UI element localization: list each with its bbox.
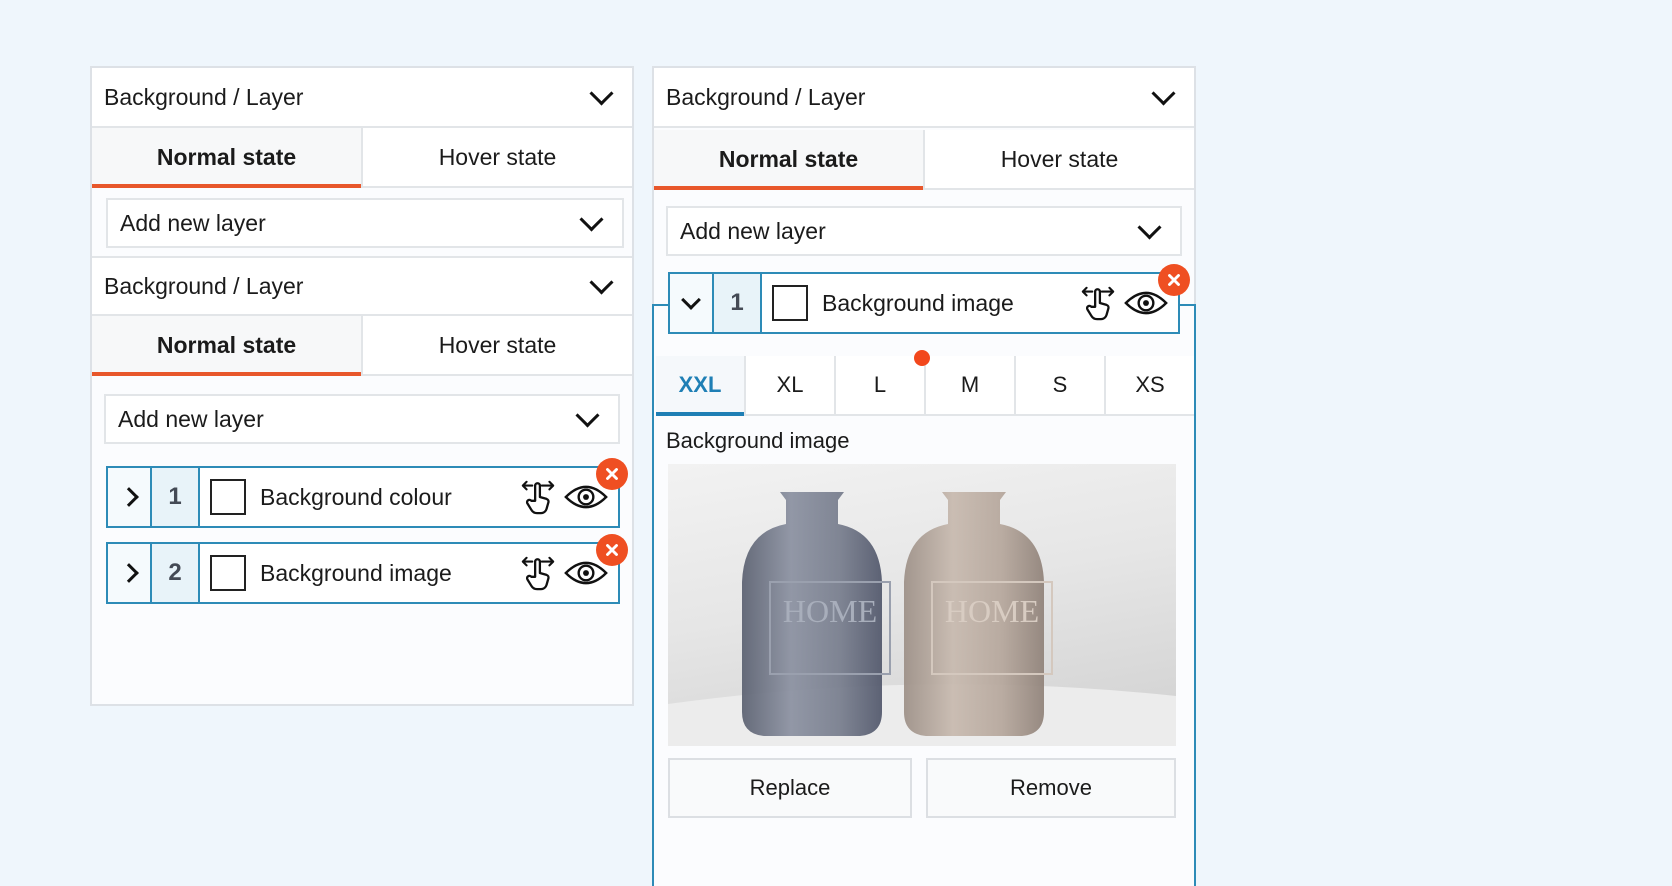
- layer-name: Background colour: [260, 483, 452, 510]
- add-layer-label: Add new layer: [118, 405, 264, 432]
- layer-row: 1 Background colour: [106, 466, 620, 528]
- breakpoint-tab-xl[interactable]: XL: [744, 356, 834, 414]
- collapse-layer-button[interactable]: [670, 274, 714, 332]
- close-icon: [1165, 271, 1183, 289]
- state-tabs: Normal state Hover state: [92, 128, 632, 188]
- chevron-down-icon: [1151, 80, 1176, 106]
- breakpoint-tab-xs[interactable]: XS: [1104, 356, 1194, 414]
- state-tabs: Normal state Hover state: [654, 130, 1194, 190]
- background-image-preview[interactable]: HOME HOME: [668, 464, 1176, 746]
- remove-layer-button[interactable]: [596, 458, 628, 490]
- dropdown-label: Background / Layer: [104, 272, 304, 299]
- grey-bottle: HOME: [742, 492, 891, 736]
- breakpoint-tabs: XXL XL L M S XS: [656, 350, 1194, 416]
- background-layer-dropdown[interactable]: Background / Layer: [654, 68, 1194, 128]
- remove-image-button[interactable]: Remove: [926, 758, 1176, 818]
- replace-image-button[interactable]: Replace: [668, 758, 912, 818]
- breakpoint-tab-xxl[interactable]: XXL: [656, 356, 744, 416]
- close-icon: [603, 465, 621, 483]
- chevron-down-icon: [1137, 214, 1162, 240]
- layer-name: Background image: [822, 289, 1014, 316]
- add-layer-label: Add new layer: [120, 209, 266, 236]
- layer-checkbox[interactable]: [772, 285, 808, 321]
- tab-hover-state[interactable]: Hover state: [361, 128, 632, 186]
- left-panel: Background / Layer Normal state Hover st…: [90, 66, 634, 706]
- close-icon: [603, 541, 621, 559]
- layer-checkbox[interactable]: [210, 479, 246, 515]
- expand-layer-button[interactable]: [108, 544, 152, 602]
- nested-add-new-layer-select[interactable]: Add new layer: [104, 394, 620, 444]
- breakpoint-tab-s[interactable]: S: [1014, 356, 1104, 414]
- chevron-down-icon: [575, 402, 600, 428]
- remove-layer-button[interactable]: [1158, 264, 1190, 296]
- layer-name: Background image: [260, 559, 452, 586]
- tab-normal-state[interactable]: Normal state: [654, 130, 923, 190]
- background-image-label: Background image: [666, 428, 850, 453]
- tab-normal-state[interactable]: Normal state: [92, 316, 361, 376]
- tab-hover-state[interactable]: Hover state: [361, 316, 632, 374]
- background-layer-dropdown[interactable]: Background / Layer: [92, 68, 632, 128]
- right-panel: Background / Layer Normal state Hover st…: [652, 66, 1196, 886]
- bottles-photo: HOME HOME: [668, 492, 1176, 746]
- expand-layer-button[interactable]: [108, 468, 152, 526]
- tab-normal-state[interactable]: Normal state: [92, 128, 361, 188]
- breakpoint-label: L: [873, 372, 887, 397]
- remove-layer-button[interactable]: [596, 534, 628, 566]
- bottle-embossed-text: HOME: [783, 593, 877, 629]
- breakpoint-tab-l[interactable]: L: [834, 350, 930, 414]
- layer-row-expanded: 1 Background image: [668, 272, 1180, 334]
- bottle-embossed-text: HOME: [945, 593, 1039, 629]
- breakpoint-tab-m[interactable]: M: [924, 356, 1014, 414]
- add-layer-label: Add new layer: [680, 217, 826, 244]
- drag-hand-icon[interactable]: [1076, 274, 1120, 332]
- chevron-down-icon: [589, 80, 614, 106]
- add-new-layer-select[interactable]: Add new layer: [106, 198, 624, 248]
- amber-bottle: HOME: [904, 492, 1053, 736]
- layer-row: 2 Background image: [106, 542, 620, 604]
- nested-state-tabs: Normal state Hover state: [92, 316, 632, 376]
- nested-background-layer-dropdown[interactable]: Background / Layer: [92, 256, 632, 316]
- layer-number: 1: [714, 274, 762, 332]
- drag-hand-icon[interactable]: [516, 468, 560, 526]
- dropdown-label: Background / Layer: [104, 83, 304, 110]
- chevron-right-icon: [119, 563, 139, 583]
- chevron-right-icon: [119, 487, 139, 507]
- chevron-down-icon: [681, 290, 701, 310]
- add-new-layer-select[interactable]: Add new layer: [666, 206, 1182, 256]
- layer-number: 1: [152, 468, 200, 526]
- dropdown-label: Background / Layer: [666, 83, 866, 110]
- modified-indicator-dot: [914, 350, 930, 366]
- layer-number: 2: [152, 544, 200, 602]
- chevron-down-icon: [589, 269, 614, 295]
- layer-checkbox[interactable]: [210, 555, 246, 591]
- tab-hover-state[interactable]: Hover state: [923, 130, 1194, 188]
- chevron-down-icon: [579, 206, 604, 232]
- drag-hand-icon[interactable]: [516, 544, 560, 602]
